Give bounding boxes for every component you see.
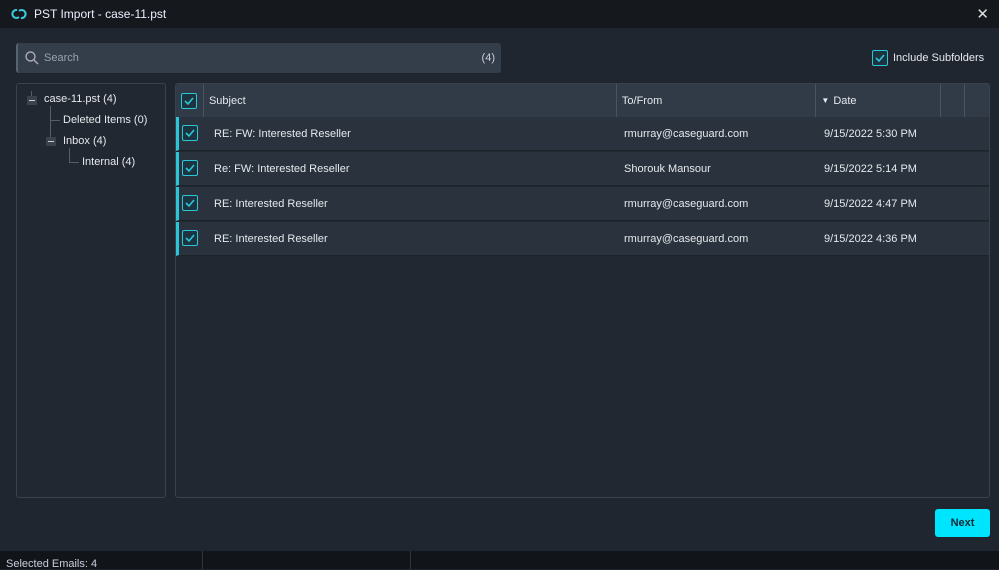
row-checkbox[interactable]	[179, 195, 204, 212]
cell-date: 9/15/2022 4:47 PM	[824, 197, 917, 210]
cell-tofrom: rmurray@caseguard.com	[624, 197, 749, 210]
checkbox-checked-icon[interactable]	[182, 195, 198, 211]
search-input[interactable]	[44, 52, 482, 64]
search-bar[interactable]: (4)	[16, 43, 501, 73]
app-logo-icon	[10, 7, 28, 21]
include-subfolders-label: Include Subfolders	[893, 52, 985, 64]
selected-emails-status: Selected Emails: 4	[6, 558, 98, 570]
cell-date: 9/15/2022 5:30 PM	[824, 127, 917, 140]
row-checkbox[interactable]	[179, 230, 204, 247]
window-title: PST Import - case-11.pst	[34, 7, 167, 21]
close-icon[interactable]: ✕	[976, 5, 989, 23]
table-row[interactable]: RE: Interested Reseller rmurray@caseguar…	[176, 187, 989, 221]
column-header-date[interactable]: ▼ Date	[816, 84, 942, 117]
status-bar: Selected Emails: 4	[0, 551, 999, 570]
checkbox-checked-icon[interactable]	[182, 230, 198, 246]
cell-subject: Re: FW: Interested Reseller	[214, 162, 350, 175]
column-header-extra	[965, 84, 989, 117]
sort-desc-icon: ▼	[821, 96, 830, 105]
select-all-cell[interactable]	[176, 84, 204, 117]
column-header-tofrom[interactable]: To/From	[617, 84, 817, 117]
email-grid: Subject To/From ▼ Date RE: FW: Interested…	[175, 83, 990, 498]
cell-subject: RE: FW: Interested Reseller	[214, 127, 351, 140]
title-bar: PST Import - case-11.pst ✕	[0, 0, 999, 28]
checkbox-checked-icon[interactable]	[182, 160, 198, 176]
checkbox-checked-icon[interactable]	[182, 125, 198, 141]
cell-tofrom: rmurray@caseguard.com	[624, 127, 749, 140]
cell-subject: RE: Interested Reseller	[214, 232, 328, 245]
row-checkbox[interactable]	[179, 125, 204, 142]
search-icon	[25, 51, 39, 65]
collapse-icon[interactable]	[27, 96, 37, 105]
date-header-label: Date	[833, 94, 857, 107]
checkbox-checked-icon[interactable]	[872, 50, 888, 66]
table-row[interactable]: Re: FW: Interested Reseller Shorouk Mans…	[176, 152, 989, 186]
status-divider	[410, 551, 411, 569]
tree-node-root[interactable]: case-11.pst (4)	[44, 93, 117, 105]
collapse-icon[interactable]	[46, 137, 56, 146]
cell-tofrom: Shorouk Mansour	[624, 162, 711, 175]
folder-tree: case-11.pst (4) Deleted Items (0) Inbox …	[16, 83, 166, 498]
cell-date: 9/15/2022 4:36 PM	[824, 232, 917, 245]
column-header-subject[interactable]: Subject	[204, 84, 617, 117]
table-row[interactable]: RE: Interested Reseller rmurray@caseguar…	[176, 222, 989, 256]
grid-header: Subject To/From ▼ Date	[176, 84, 989, 117]
cell-date: 9/15/2022 5:14 PM	[824, 162, 917, 175]
tree-node-inbox[interactable]: Inbox (4)	[63, 135, 106, 147]
row-checkbox[interactable]	[179, 160, 204, 177]
checkbox-checked-icon[interactable]	[181, 92, 197, 109]
column-header-extra	[941, 84, 966, 117]
status-divider	[202, 551, 203, 569]
cell-subject: RE: Interested Reseller	[214, 197, 328, 210]
tree-node-deleted-items[interactable]: Deleted Items (0)	[63, 114, 147, 126]
search-count: (4)	[481, 52, 495, 64]
tree-node-internal[interactable]: Internal (4)	[82, 156, 135, 168]
next-button[interactable]: Next	[935, 509, 990, 537]
include-subfolders-checkbox[interactable]: Include Subfolders	[872, 50, 984, 66]
table-row[interactable]: RE: FW: Interested Reseller rmurray@case…	[176, 117, 989, 151]
cell-tofrom: rmurray@caseguard.com	[624, 232, 749, 245]
